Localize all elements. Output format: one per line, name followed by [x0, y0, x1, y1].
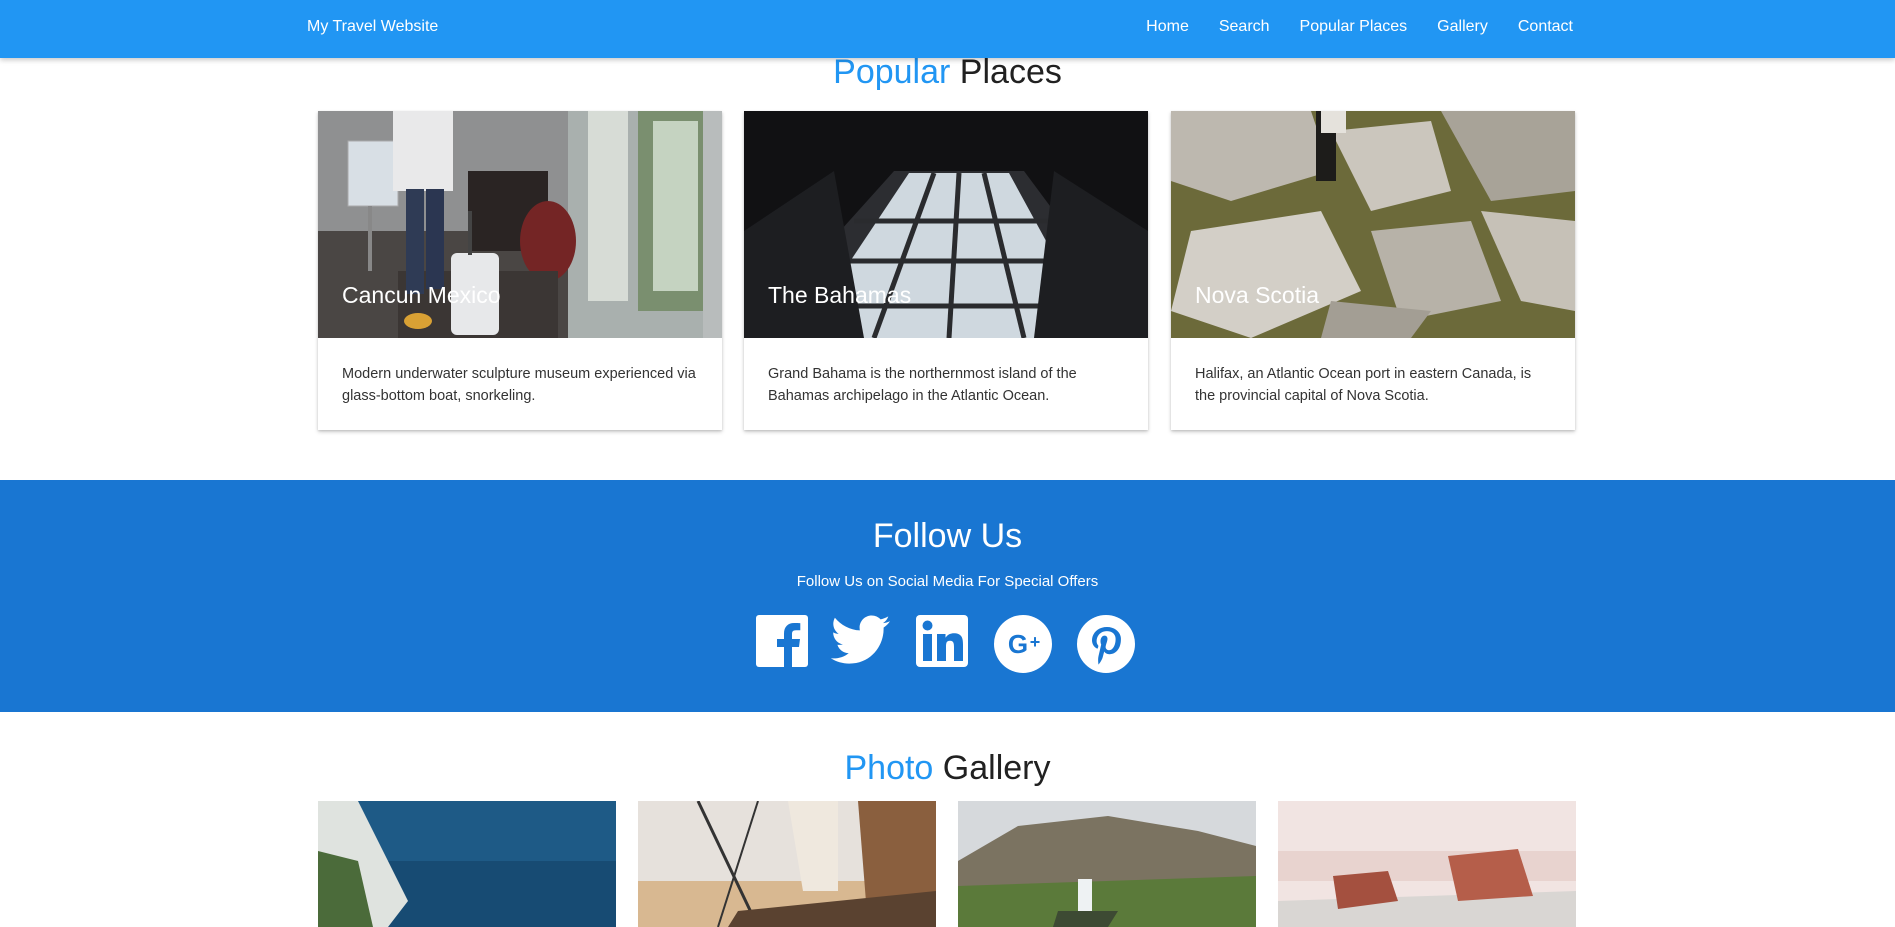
place-card-title: The Bahamas: [768, 282, 912, 308]
google-plus-icon[interactable]: G +: [994, 615, 1052, 678]
place-card-description: Halifax, an Atlantic Ocean port in easte…: [1195, 366, 1532, 404]
place-card-image: Cancun Mexico: [318, 111, 722, 338]
follow-us-heading: Follow Us: [872, 517, 1023, 555]
place-card-description: Modern underwater sculpture museum exper…: [342, 366, 696, 404]
places-cards: Cancun Mexico Modern underwater sculptur…: [318, 111, 1576, 430]
nav-gallery-link[interactable]: Gallery: [1437, 18, 1488, 36]
place-card-title: Cancun Mexico: [342, 282, 501, 308]
photo-gallery-heading: Photo Gallery: [0, 749, 1895, 788]
linkedin-icon[interactable]: [916, 615, 968, 672]
photo-gallery-heading-accent: Photo: [844, 749, 934, 787]
twitter-icon[interactable]: [830, 615, 891, 672]
nav-contact-link[interactable]: Contact: [1518, 18, 1573, 36]
nav-home-link[interactable]: Home: [1146, 18, 1189, 36]
place-card-image: Nova Scotia: [1171, 111, 1575, 338]
place-card-nova-scotia[interactable]: Nova Scotia Halifax, an Atlantic Ocean p…: [1171, 111, 1575, 430]
follow-us-subtitle: Follow Us on Social Media For Special Of…: [796, 573, 1099, 590]
social-icons: G +: [752, 615, 1152, 675]
gallery-photo-sailboat[interactable]: [638, 801, 936, 927]
photo-gallery-heading-rest: Gallery: [942, 749, 1051, 787]
nav-popular-places-link[interactable]: Popular Places: [1300, 18, 1408, 36]
place-card-cancun[interactable]: Cancun Mexico Modern underwater sculptur…: [318, 111, 722, 430]
navbar: My Travel Website Home Search Popular Pl…: [0, 0, 1895, 58]
facebook-icon[interactable]: [756, 615, 808, 672]
nav-search-link[interactable]: Search: [1219, 18, 1270, 36]
follow-us-section: Follow Us Follow Us on Social Media For …: [0, 480, 1895, 712]
place-card-bahamas[interactable]: The Bahamas Grand Bahama is the northern…: [744, 111, 1148, 430]
gallery-photo-beach-rocks[interactable]: [1278, 801, 1576, 927]
gallery-photo-waterfall[interactable]: [958, 801, 1256, 927]
pinterest-icon[interactable]: [1077, 615, 1135, 678]
brand-logo[interactable]: My Travel Website: [307, 18, 438, 36]
svg-text:G: G: [1008, 629, 1028, 659]
nav-links: Home Search Popular Places Gallery Conta…: [1146, 18, 1573, 36]
gallery-photo-sea-cliff[interactable]: [318, 801, 616, 927]
popular-places-heading-accent: Popular: [833, 53, 951, 91]
place-card-title: Nova Scotia: [1195, 282, 1320, 308]
place-card-image: The Bahamas: [744, 111, 1148, 338]
popular-places-heading: Popular Places: [0, 53, 1895, 92]
place-card-description: Grand Bahama is the northernmost island …: [768, 366, 1077, 404]
popular-places-heading-rest: Places: [959, 53, 1062, 91]
photo-gallery: [318, 801, 1576, 927]
svg-text:+: +: [1030, 632, 1041, 652]
